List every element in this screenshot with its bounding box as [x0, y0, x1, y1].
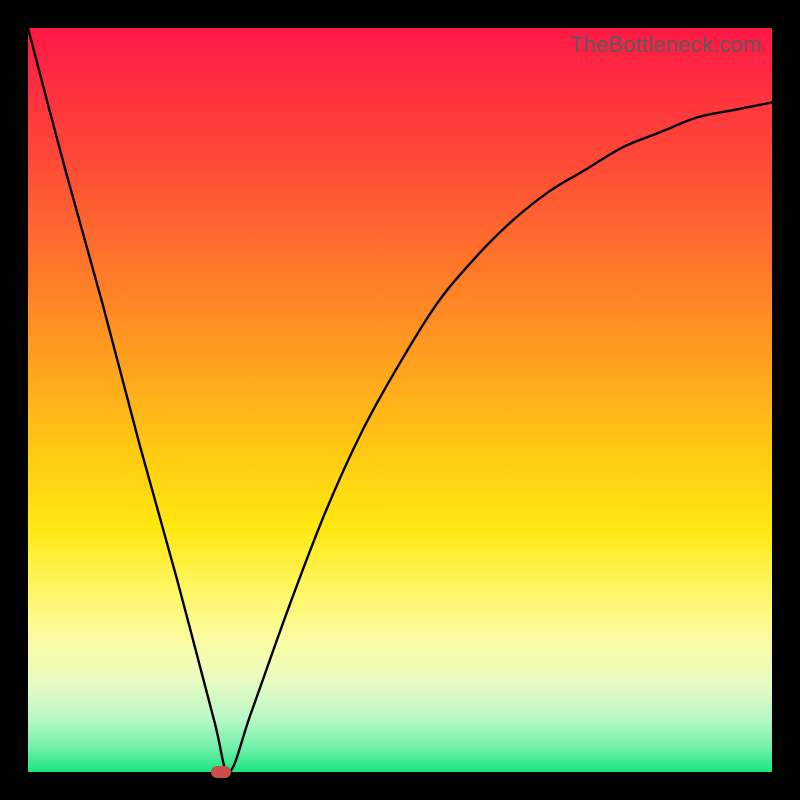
bottleneck-curve	[28, 28, 772, 772]
curve-path	[28, 28, 772, 772]
chart-frame: TheBottleneck.com	[0, 0, 800, 800]
plot-area: TheBottleneck.com	[28, 28, 772, 772]
optimum-marker	[211, 766, 231, 778]
